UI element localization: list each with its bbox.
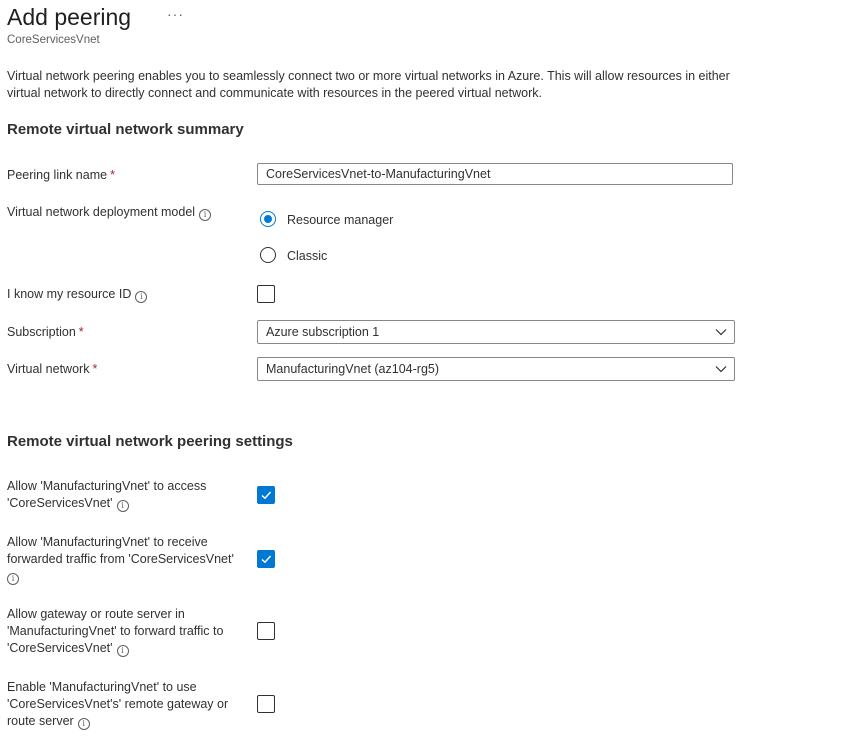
required-marker: * [110,168,115,182]
virtual-network-value: ManufacturingVnet (az104-rg5) [266,362,440,376]
deployment-model-label-text: Virtual network deployment model [7,205,196,219]
info-icon[interactable]: i [116,500,129,512]
section-heading-remote-summary: Remote virtual network summary [7,121,244,138]
allow-access-checkbox[interactable] [257,486,275,504]
peering-description: Virtual network peering enables you to s… [7,69,730,100]
allow-access-label-line2: 'CoreServicesVnet' [7,496,113,510]
allow-gateway-transit-checkbox[interactable] [257,622,275,640]
know-resource-id-checkbox[interactable] [257,285,275,303]
allow-gateway-transit-label-line2: 'ManufacturingVnet' to forward traffic t… [7,624,224,638]
use-remote-gateway-label-line1: Enable 'ManufacturingVnet' to use [7,680,197,694]
chevron-down-icon [715,366,727,373]
subscription-dropdown[interactable]: Azure subscription 1 [257,320,735,344]
virtual-network-label-text: Virtual network [7,362,90,376]
allow-forwarded-traffic-label: Allow 'ManufacturingVnet' to receive for… [7,534,234,585]
allow-forwarded-traffic-info-row: i [7,568,234,585]
info-icon[interactable]: i [135,291,148,303]
subscription-value: Azure subscription 1 [266,325,380,339]
more-options-icon[interactable]: ··· [167,6,184,22]
info-icon[interactable]: i [77,718,90,730]
use-remote-gateway-label-line3: route server [7,714,74,728]
subscription-label-text: Subscription [7,325,76,339]
allow-access-label-line1: Allow 'ManufacturingVnet' to access [7,479,207,493]
know-resource-id-label-text: I know my resource ID [7,287,132,301]
use-remote-gateway-label-line3-row: route server i [7,713,228,730]
allow-forwarded-traffic-label-line2: forwarded traffic from 'CoreServicesVnet… [7,552,234,566]
virtual-network-label: Virtual network * [7,361,97,378]
allow-gateway-transit-label-line1: Allow gateway or route server in [7,607,185,621]
deployment-model-label: Virtual network deployment model i [7,204,212,221]
radio-classic-label[interactable]: Classic [287,249,327,263]
allow-gateway-transit-label: Allow gateway or route server in 'Manufa… [7,606,223,657]
section-heading-remote-settings: Remote virtual network peering settings [7,433,293,450]
chevron-down-icon [715,329,727,336]
know-resource-id-label: I know my resource ID i [7,286,148,303]
peering-link-name-label: Peering link name * [7,167,115,184]
use-remote-gateway-checkbox[interactable] [257,695,275,713]
subscription-label: Subscription * [7,324,84,341]
info-icon[interactable]: i [116,645,129,657]
peering-link-name-label-text: Peering link name [7,168,108,182]
info-icon[interactable]: i [7,573,19,585]
checkmark-icon [261,555,272,564]
allow-access-label: Allow 'ManufacturingVnet' to access 'Cor… [7,478,206,512]
use-remote-gateway-label-line2: 'CoreServicesVnet's' remote gateway or [7,697,229,711]
allow-forwarded-traffic-checkbox[interactable] [257,550,275,568]
allow-gateway-transit-label-line3: 'CoreServicesVnet' [7,641,113,655]
checkmark-icon [261,491,272,500]
allow-access-label-line2-row: 'CoreServicesVnet' i [7,495,206,512]
radio-resource-manager[interactable] [260,211,276,227]
info-icon[interactable]: i [199,209,212,221]
page-subtitle: CoreServicesVnet [7,34,100,46]
radio-classic[interactable] [260,247,276,263]
allow-gateway-transit-label-line3-row: 'CoreServicesVnet' i [7,640,223,657]
page-title: Add peering [7,4,132,30]
allow-forwarded-traffic-label-line1: Allow 'ManufacturingVnet' to receive [7,535,208,549]
use-remote-gateway-label: Enable 'ManufacturingVnet' to use 'CoreS… [7,679,228,730]
radio-resource-manager-label[interactable]: Resource manager [287,213,393,227]
virtual-network-dropdown[interactable]: ManufacturingVnet (az104-rg5) [257,357,735,381]
required-marker: * [92,362,98,376]
required-marker: * [78,325,84,339]
peering-link-name-input[interactable] [257,163,733,185]
